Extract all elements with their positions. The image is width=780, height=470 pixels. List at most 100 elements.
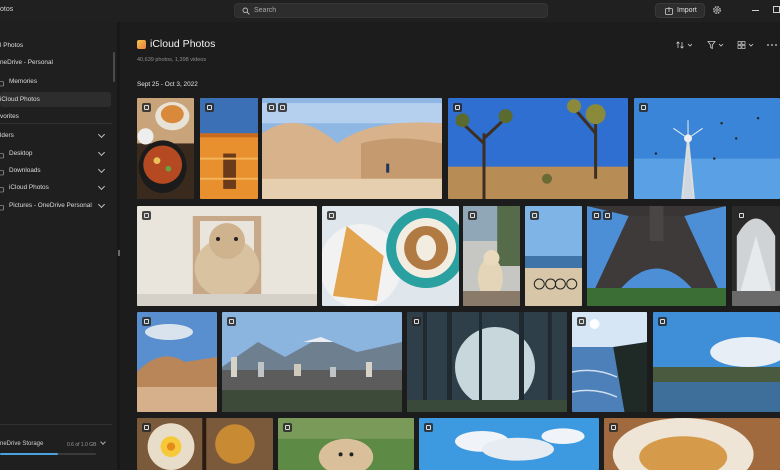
more-button[interactable] [765, 40, 780, 50]
photo-joshua-trees[interactable] [448, 98, 628, 199]
sidebar-item[interactable]: l Photos [0, 38, 111, 53]
storage-label[interactable]: neDrive Storage [0, 441, 43, 447]
select-checkbox-icon[interactable] [142, 211, 151, 220]
sidebar-scrollbar[interactable] [113, 52, 115, 82]
sidebar: l Photos neDrive - Personal Memories iCloud… [0, 22, 117, 470]
select-checkbox-icon[interactable] [227, 317, 236, 326]
select-checkbox-icon[interactable] [530, 211, 539, 220]
photo-thumbnail [419, 418, 599, 470]
photo-ocean-cliff[interactable] [572, 312, 647, 412]
photo-thumbnail [200, 98, 258, 199]
select-checkbox-icon[interactable] [609, 423, 618, 432]
view-icon [737, 41, 754, 49]
storage-progress [0, 453, 96, 455]
select-checkbox-icon[interactable] [142, 423, 151, 432]
app-name: otos [0, 6, 14, 13]
select-checkbox-icon[interactable] [577, 317, 586, 326]
photo-forest-sunbeams[interactable] [407, 312, 567, 412]
photo-eiffel-tower[interactable] [587, 206, 726, 306]
photo-orange-wall[interactable] [200, 98, 258, 199]
sort-button[interactable] [676, 40, 694, 50]
photo-dessert[interactable] [604, 418, 780, 470]
select-checkbox-icon[interactable] [412, 317, 421, 326]
photo-thumbnail [322, 206, 459, 306]
photo-brunch[interactable] [137, 418, 273, 470]
main-content: iCloud Photos 40,639 photos, 1,398 video… [120, 22, 780, 470]
search-input[interactable]: Search [254, 6, 276, 16]
sidebar-item[interactable]: Downloads [0, 163, 111, 178]
minimize-button[interactable] [752, 10, 759, 11]
photo-desert-hike[interactable] [137, 312, 217, 412]
sidebar-item[interactable]: iCloud Photos [0, 180, 111, 195]
storage-value: 0.6 of 1.0 GB [67, 442, 97, 448]
import-button[interactable]: Import [655, 3, 705, 18]
import-icon [665, 7, 673, 15]
filter-button[interactable] [707, 40, 725, 50]
photo-tower-birds[interactable] [634, 98, 780, 199]
maximize-button[interactable] [773, 6, 780, 13]
select-checkbox-icon[interactable] [737, 211, 746, 220]
select-checkbox-icon[interactable] [468, 211, 477, 220]
photo-thumbnail [448, 98, 628, 199]
photo-bikes-beach[interactable] [525, 206, 582, 306]
icloud-photos-icon [137, 40, 146, 49]
chevron-down-icon[interactable] [97, 200, 106, 209]
sidebar-item[interactable]: Desktop [0, 146, 111, 161]
icloud-sync-icon [603, 211, 612, 220]
sidebar-item[interactable]: Pictures - OneDrive Personal [0, 198, 111, 213]
search-box[interactable]: Search [234, 3, 548, 18]
folder-icon [0, 78, 4, 87]
view-button[interactable] [737, 40, 755, 50]
sidebar-item[interactable]: iCloud Photos [0, 92, 111, 107]
chevron-down-icon[interactable] [97, 130, 106, 139]
more-icon [767, 44, 777, 46]
sidebar-divider [0, 123, 112, 124]
photo-desert-rocks[interactable] [262, 98, 442, 199]
chevron-down-icon[interactable] [97, 165, 106, 174]
photo-thumbnail [262, 98, 442, 199]
sidebar-item[interactable]: vorites [0, 109, 111, 124]
select-checkbox-icon[interactable] [327, 211, 336, 220]
chevron-down-icon[interactable] [100, 439, 106, 445]
sidebar-item-label: Desktop [9, 150, 33, 157]
select-checkbox-icon[interactable] [424, 423, 433, 432]
select-checkbox-icon[interactable] [205, 103, 214, 112]
sidebar-item[interactable]: Memories [0, 74, 111, 89]
select-checkbox-icon[interactable] [142, 317, 151, 326]
folder-icon [0, 202, 4, 211]
gear-icon[interactable] [712, 5, 722, 15]
photo-thumbnail [572, 312, 647, 412]
select-checkbox-icon[interactable] [639, 103, 648, 112]
sidebar-item-label: Downloads [9, 167, 41, 174]
chevron-down-icon[interactable] [97, 148, 106, 157]
photo-thumbnail [604, 418, 780, 470]
sort-icon [676, 41, 693, 49]
photo-city-mountains[interactable] [222, 312, 402, 412]
sidebar-item-label: neDrive - Personal [0, 59, 53, 66]
sidebar-item-label: iCloud Photos [9, 184, 49, 191]
select-checkbox-icon[interactable] [142, 103, 151, 112]
photo-thumbnail [634, 98, 780, 199]
sidebar-item[interactable]: neDrive - Personal [0, 55, 111, 70]
icloud-sync-icon [278, 103, 287, 112]
photo-dog-chair[interactable] [137, 206, 317, 306]
select-checkbox-icon[interactable] [453, 103, 462, 112]
photo-food-plates[interactable] [137, 98, 194, 199]
select-checkbox-icon[interactable] [267, 103, 276, 112]
folder-icon [0, 167, 4, 176]
sidebar-item[interactable]: lders [0, 128, 111, 143]
sidebar-item-label: iCloud Photos [0, 96, 40, 103]
photo-dog-street[interactable] [463, 206, 520, 306]
select-checkbox-icon[interactable] [283, 423, 292, 432]
search-icon [242, 7, 250, 15]
select-checkbox-icon[interactable] [592, 211, 601, 220]
photo-sky-clouds[interactable] [419, 418, 599, 470]
photo-louvre[interactable] [732, 206, 780, 306]
chevron-down-icon[interactable] [97, 182, 106, 191]
photo-lake-clouds[interactable] [653, 312, 780, 412]
sidebar-item-label: vorites [0, 113, 19, 120]
photo-toast-latte[interactable] [322, 206, 459, 306]
sidebar-divider [0, 424, 112, 425]
photo-dog-grass[interactable] [278, 418, 414, 470]
select-checkbox-icon[interactable] [658, 317, 667, 326]
